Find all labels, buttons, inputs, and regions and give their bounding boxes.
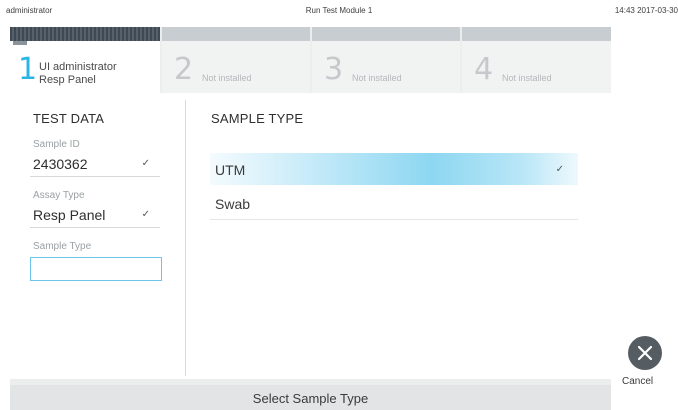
tab-module-1[interactable]: 1 UI administrator Resp Panel [10, 27, 160, 93]
tab-number: 4 [474, 52, 494, 87]
instruction-bar: Select Sample Type [10, 385, 611, 410]
instruction-message: Select Sample Type [252, 391, 369, 406]
option-label: UTM [215, 162, 246, 178]
panel-divider [185, 100, 186, 376]
cancel-label: Cancel [622, 376, 654, 387]
tab-status-label: Not installed [502, 73, 552, 83]
sample-type-title: SAMPLE TYPE [211, 111, 304, 126]
tab-module-2[interactable]: 2 Not installed [162, 27, 310, 93]
checkmark-icon: ✓ [555, 164, 564, 175]
tab-number: 3 [324, 52, 344, 87]
status-bar: administrator Run Test Module 1 14:43 20… [0, 0, 678, 20]
checkmark-icon: ✓ [141, 209, 150, 220]
tab-assay-label: Resp Panel [39, 74, 96, 86]
cancel-button[interactable] [628, 336, 662, 370]
assay-type-field[interactable]: Resp Panel ✓ [30, 203, 160, 228]
sample-type-label: Sample Type [33, 241, 92, 252]
module-status-strip [10, 27, 160, 41]
sample-type-option-utm[interactable]: UTM ✓ [210, 153, 578, 186]
main-panel [10, 93, 611, 379]
assay-type-value: Resp Panel [33, 207, 106, 223]
sample-id-field[interactable]: 2430362 ✓ [30, 152, 160, 177]
module-indicator-icon [13, 41, 27, 45]
tab-user-label: UI administrator [39, 61, 117, 73]
sample-type-field[interactable] [30, 257, 162, 281]
sample-type-option-swab[interactable]: Swab [210, 187, 578, 220]
tab-status-label: Not installed [352, 73, 402, 83]
assay-type-label: Assay Type [33, 190, 85, 201]
tab-number: 1 [18, 52, 38, 87]
window-title: Run Test Module 1 [305, 6, 373, 15]
sample-id-value: 2430362 [33, 156, 88, 172]
close-icon [637, 345, 653, 361]
tab-status-label: Not installed [202, 73, 252, 83]
sample-id-label: Sample ID [33, 139, 80, 150]
test-data-title: TEST DATA [33, 111, 105, 126]
tab-module-3[interactable]: 3 Not installed [312, 27, 460, 93]
checkmark-icon: ✓ [141, 158, 150, 169]
tab-module-4[interactable]: 4 Not installed [462, 27, 611, 93]
option-label: Swab [215, 196, 251, 212]
clock: 14:43 2017-03-30 [614, 6, 678, 15]
tab-number: 2 [174, 52, 194, 87]
